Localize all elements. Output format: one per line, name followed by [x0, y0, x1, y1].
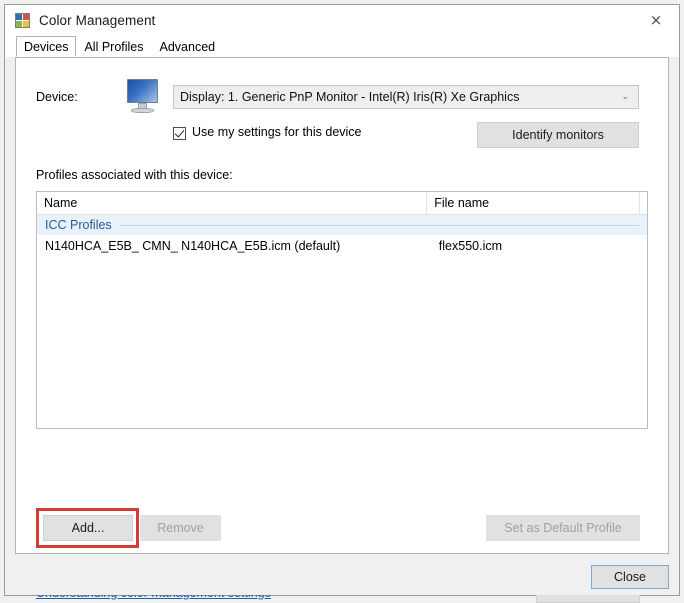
column-header-extra[interactable] — [640, 192, 647, 214]
devices-tab-panel: Device: Display: 1. Generic PnP Monitor … — [15, 57, 669, 603]
group-rule — [119, 224, 639, 226]
column-header-file-name[interactable]: File name — [427, 192, 640, 214]
chevron-down-icon: ⌄ — [621, 92, 629, 102]
color-management-window: Color Management × Devices All Profiles … — [4, 4, 680, 603]
use-my-settings-label: Use my settings for this device — [192, 125, 362, 139]
tab-devices[interactable]: Devices — [16, 36, 77, 57]
profile-name-cell: N140HCA_E5B_ CMN_ N140HCA_E5B.icm (defau… — [45, 238, 341, 253]
device-row: Device: Display: 1. Generic PnP Monitor … — [16, 76, 668, 116]
device-select[interactable]: Display: 1. Generic PnP Monitor - Intel(… — [173, 85, 639, 109]
close-icon[interactable]: × — [633, 5, 679, 36]
use-settings-row: Use my settings for this device Identify… — [16, 122, 668, 150]
title-bar: Color Management × — [5, 5, 679, 36]
use-my-settings-checkbox[interactable] — [173, 127, 186, 140]
close-button[interactable]: Close — [591, 565, 669, 589]
device-select-value: Display: 1. Generic PnP Monitor - Intel(… — [180, 90, 520, 104]
add-button[interactable]: Add... — [43, 515, 133, 541]
dialog-footer: Close — [5, 554, 679, 595]
monitor-icon — [124, 78, 166, 116]
profile-file-cell: flex550.icm — [438, 238, 503, 253]
list-group-header-icc-profiles: ICC Profiles — [37, 215, 647, 235]
profiles-list-label: Profiles associated with this device: — [36, 168, 233, 182]
tab-advanced[interactable]: Advanced — [152, 36, 224, 57]
tab-bar: Devices All Profiles Advanced — [5, 36, 679, 57]
device-label: Device: — [36, 90, 78, 104]
set-as-default-profile-button: Set as Default Profile — [486, 515, 640, 541]
identify-monitors-button[interactable]: Identify monitors — [477, 122, 639, 148]
listbox-header: Name File name — [37, 192, 647, 215]
table-row[interactable]: N140HCA_E5B_ CMN_ N140HCA_E5B.icm (defau… — [37, 235, 647, 256]
group-title: ICC Profiles — [45, 218, 112, 232]
remove-button: Remove — [140, 515, 221, 541]
window-title: Color Management — [39, 13, 156, 28]
profiles-listbox[interactable]: Name File name ICC Profiles N140HCA_E5B_… — [36, 191, 648, 429]
column-header-name[interactable]: Name — [37, 192, 428, 214]
color-management-icon — [15, 12, 31, 29]
tab-all-profiles[interactable]: All Profiles — [76, 36, 151, 57]
